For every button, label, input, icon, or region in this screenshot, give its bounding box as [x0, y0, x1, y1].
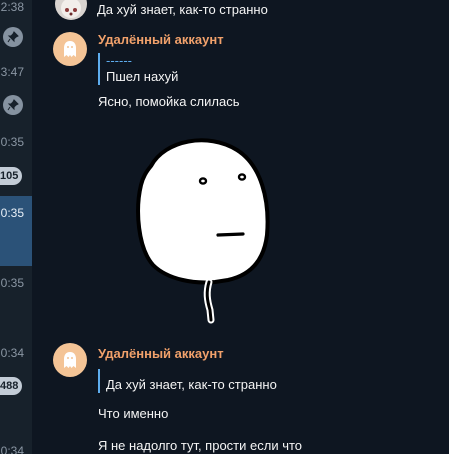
- chat-time: 2:38: [0, 0, 24, 14]
- message-history[interactable]: Да хуй знает, как-то странно Удалённый а…: [33, 0, 449, 454]
- reply-text: Да хуй знает, как-то странно: [106, 377, 277, 392]
- chat-list[interactable]: 2:38 3:47 0:35 105 0:35 0:35 0:34 488 0:…: [0, 0, 32, 454]
- message-text: Я не надолго тут, прости если что: [98, 438, 303, 453]
- chat-list-item[interactable]: 3:47: [0, 57, 32, 127]
- message-text: Что именно: [98, 406, 169, 421]
- chat-list-item[interactable]: 0:35 105: [0, 125, 32, 195]
- chat-time: 0:35: [0, 206, 24, 220]
- pin-icon: [3, 95, 23, 115]
- chat-list-item-active[interactable]: 0:35: [0, 196, 32, 266]
- unread-badge: 105: [0, 167, 22, 185]
- chat-list-item[interactable]: 0:34: [0, 406, 32, 454]
- chat-time: 0:34: [0, 346, 24, 360]
- ghost-icon: [64, 352, 76, 368]
- chat-list-item[interactable]: 0:35: [0, 266, 32, 336]
- chat-time: 0:35: [0, 135, 24, 149]
- poker-face-sticker[interactable]: [133, 130, 273, 325]
- sender-name[interactable]: Удалённый аккаунт: [98, 32, 224, 47]
- message-text: Ясно, помойка слилась: [98, 94, 240, 109]
- unread-badge: 488: [0, 377, 22, 395]
- message-text: Да хуй знает, как-то странно: [97, 2, 268, 17]
- chat-time: 3:47: [0, 65, 24, 79]
- reply-preview[interactable]: ------ Пшел нахуй: [98, 53, 178, 85]
- telegram-window: 2:38 3:47 0:35 105 0:35 0:35 0:34 488 0:…: [0, 0, 449, 454]
- user-avatar[interactable]: [55, 0, 87, 20]
- chat-time: 0:34: [0, 444, 24, 454]
- deleted-account-avatar[interactable]: [53, 32, 87, 66]
- chat-time: 0:35: [0, 276, 24, 290]
- chat-list-item[interactable]: 0:34 488: [0, 336, 32, 406]
- deleted-account-avatar[interactable]: [53, 343, 87, 377]
- reply-preview[interactable]: Да хуй знает, как-то странно: [98, 369, 277, 393]
- pin-icon: [3, 27, 23, 47]
- ghost-icon: [64, 41, 76, 57]
- cat-avatar-icon: [61, 0, 81, 18]
- reply-text: Пшел нахуй: [106, 69, 179, 84]
- sender-name[interactable]: Удалённый аккаунт: [98, 346, 224, 361]
- reply-title: ------: [106, 53, 132, 68]
